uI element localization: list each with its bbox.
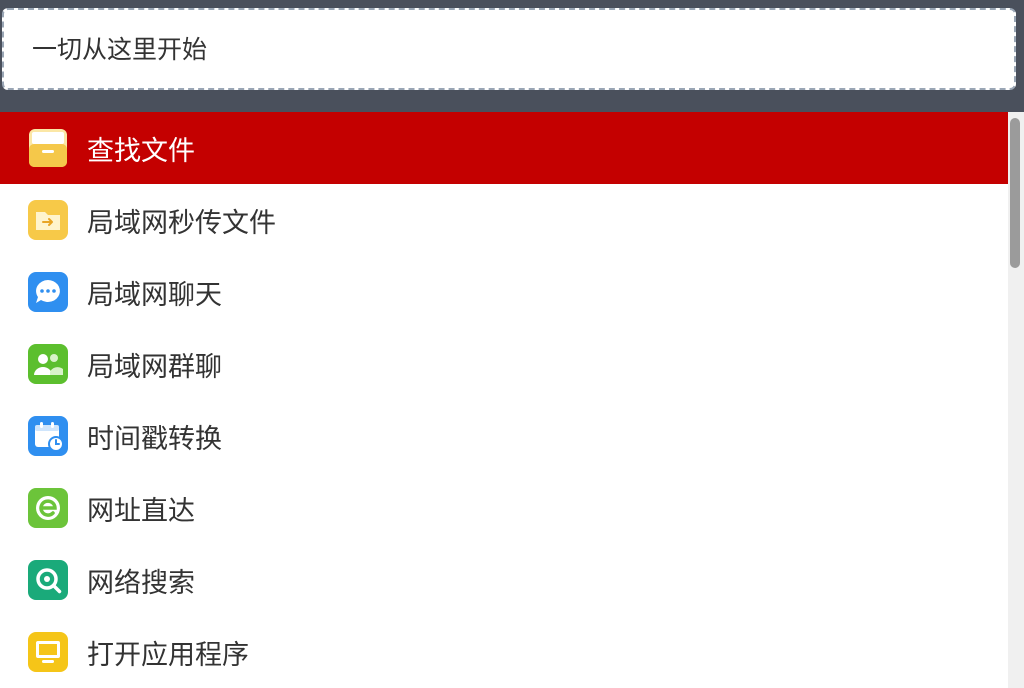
group-users-icon: [26, 342, 70, 386]
result-item-lan-group-chat[interactable]: 局域网群聊: [0, 328, 1008, 400]
monitor-app-icon: [26, 630, 70, 674]
result-label: 局域网群聊: [87, 351, 222, 383]
browser-e-icon: [26, 486, 70, 530]
result-item-url-direct[interactable]: 网址直达: [0, 472, 1008, 544]
result-item-lan-file-transfer[interactable]: 局域网秒传文件: [0, 184, 1008, 256]
results-list: 查找文件 局域网秒传文件 局域网聊天 局域网群聊 时间戳转换 网址直达 网络搜索…: [0, 112, 1008, 688]
result-label: 网络搜索: [87, 567, 195, 599]
calendar-clock-icon: [26, 414, 70, 458]
result-item-find-files[interactable]: 查找文件: [0, 112, 1008, 184]
result-item-web-search[interactable]: 网络搜索: [0, 544, 1008, 616]
web-search-icon: [26, 558, 70, 602]
result-label: 网址直达: [87, 495, 195, 527]
result-label: 时间戳转换: [87, 423, 222, 455]
result-item-timestamp-convert[interactable]: 时间戳转换: [0, 400, 1008, 472]
folder-transfer-icon: [26, 198, 70, 242]
scrollbar-thumb[interactable]: [1010, 118, 1020, 268]
result-item-open-app[interactable]: 打开应用程序: [0, 616, 1008, 688]
result-label: 查找文件: [87, 135, 195, 167]
result-label: 局域网聊天: [87, 279, 222, 311]
result-item-lan-chat[interactable]: 局域网聊天: [0, 256, 1008, 328]
chat-bubble-icon: [26, 270, 70, 314]
file-cabinet-icon: [26, 126, 70, 170]
result-label: 打开应用程序: [87, 639, 249, 671]
search-box[interactable]: [2, 8, 1016, 90]
launcher-window: 查找文件 局域网秒传文件 局: [0, 0, 1024, 688]
search-input[interactable]: [4, 10, 1014, 88]
result-label: 局域网秒传文件: [87, 207, 276, 239]
